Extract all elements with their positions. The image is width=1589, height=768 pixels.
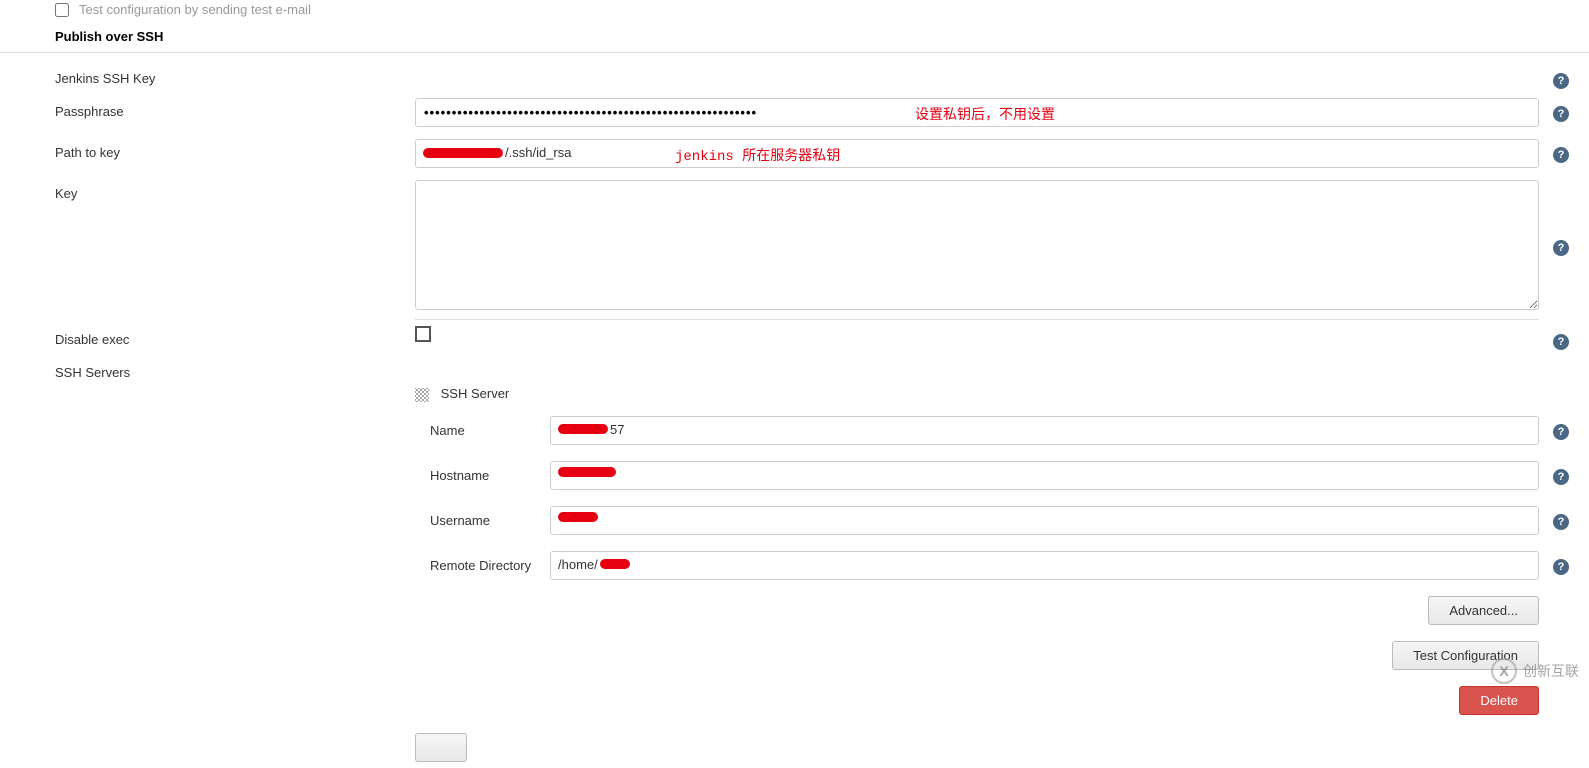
ssh-hostname-label: Hostname — [415, 468, 535, 483]
help-icon[interactable]: ? — [1553, 514, 1569, 530]
help-icon[interactable]: ? — [1553, 147, 1569, 163]
key-textarea[interactable] — [415, 180, 1539, 310]
help-icon[interactable]: ? — [1553, 73, 1569, 89]
ssh-name-input[interactable] — [550, 416, 1539, 445]
ssh-remotedir-input[interactable] — [550, 551, 1539, 580]
publish-over-ssh-heading: Publish over SSH — [0, 27, 1589, 52]
help-icon[interactable]: ? — [1553, 424, 1569, 440]
help-icon[interactable]: ? — [1553, 106, 1569, 122]
help-icon[interactable]: ? — [1553, 559, 1569, 575]
watermark: X 创新互联 — [1491, 658, 1579, 684]
disable-exec-checkbox[interactable] — [415, 326, 431, 342]
ssh-hostname-input[interactable] — [550, 461, 1539, 490]
ssh-name-label: Name — [415, 423, 535, 438]
help-icon[interactable]: ? — [1553, 334, 1569, 350]
help-icon[interactable]: ? — [1553, 240, 1569, 256]
jenkins-ssh-key-label: Jenkins SSH Key — [55, 65, 415, 86]
test-email-checkbox[interactable] — [55, 3, 69, 17]
ssh-servers-label: SSH Servers — [55, 359, 415, 380]
watermark-icon: X — [1491, 658, 1517, 684]
path-to-key-input[interactable] — [415, 139, 1539, 168]
path-to-key-label: Path to key — [55, 139, 415, 160]
delete-button[interactable]: Delete — [1459, 686, 1539, 715]
passphrase-label: Passphrase — [55, 98, 415, 119]
test-email-label: Test configuration by sending test e-mai… — [79, 2, 311, 17]
disable-exec-label: Disable exec — [55, 326, 415, 347]
advanced-button[interactable]: Advanced... — [1428, 596, 1539, 625]
ssh-username-label: Username — [415, 513, 535, 528]
bottom-button-cutoff[interactable] — [415, 733, 467, 762]
help-icon[interactable]: ? — [1553, 469, 1569, 485]
passphrase-input[interactable] — [415, 98, 1539, 127]
ssh-server-header: SSH Server — [441, 386, 510, 401]
key-label: Key — [55, 180, 415, 201]
ssh-remotedir-label: Remote Directory — [415, 558, 535, 573]
ssh-username-input[interactable] — [550, 506, 1539, 535]
section-divider — [0, 52, 1589, 53]
watermark-text: 创新互联 — [1523, 661, 1579, 681]
drag-handle-icon[interactable] — [415, 388, 429, 402]
